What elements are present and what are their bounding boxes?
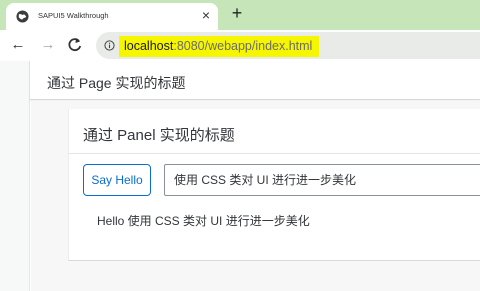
- address-bar[interactable]: localhost:8080/webapp/index.html: [96, 32, 480, 59]
- page-content: 通过 Panel 实现的标题 Say Hello 使用 CSS 类对 UI 进行…: [31, 101, 480, 291]
- browser-tab-strip: SAPUI5 Walkthrough × +: [0, 0, 480, 30]
- hello-input[interactable]: 使用 CSS 类对 UI 进行进一步美化: [164, 164, 480, 196]
- hello-text: Hello 使用 CSS 类对 UI 进行进一步美化: [97, 214, 310, 228]
- site-info-icon[interactable]: [104, 40, 115, 51]
- page-title: 通过 Page 实现的标题: [47, 75, 186, 91]
- back-arrow-icon[interactable]: ←: [8, 36, 28, 54]
- tab-title: SAPUI5 Walkthrough: [38, 11, 109, 20]
- new-tab-button[interactable]: +: [228, 4, 246, 22]
- say-hello-button[interactable]: Say Hello: [83, 164, 151, 196]
- panel-header: 通过 Panel 实现的标题: [69, 109, 480, 154]
- panel: 通过 Panel 实现的标题 Say Hello 使用 CSS 类对 UI 进行…: [68, 109, 480, 261]
- forward-arrow-icon[interactable]: →: [38, 36, 58, 54]
- left-margin: [0, 61, 30, 291]
- reload-icon[interactable]: [65, 36, 85, 54]
- panel-title: 通过 Panel 实现的标题: [83, 127, 235, 144]
- browser-tab[interactable]: SAPUI5 Walkthrough ×: [6, 3, 218, 30]
- page-header: 通过 Page 实现的标题: [30, 61, 480, 100]
- browser-toolbar: ← → localhost:8080/webapp/index.html: [0, 30, 480, 61]
- globe-icon: [16, 10, 29, 23]
- url-path: :8080/webapp/index.html: [173, 39, 313, 53]
- url-host: localhost: [124, 39, 174, 53]
- close-tab-icon[interactable]: ×: [198, 7, 214, 23]
- url-text[interactable]: localhost:8080/webapp/index.html: [124, 39, 312, 53]
